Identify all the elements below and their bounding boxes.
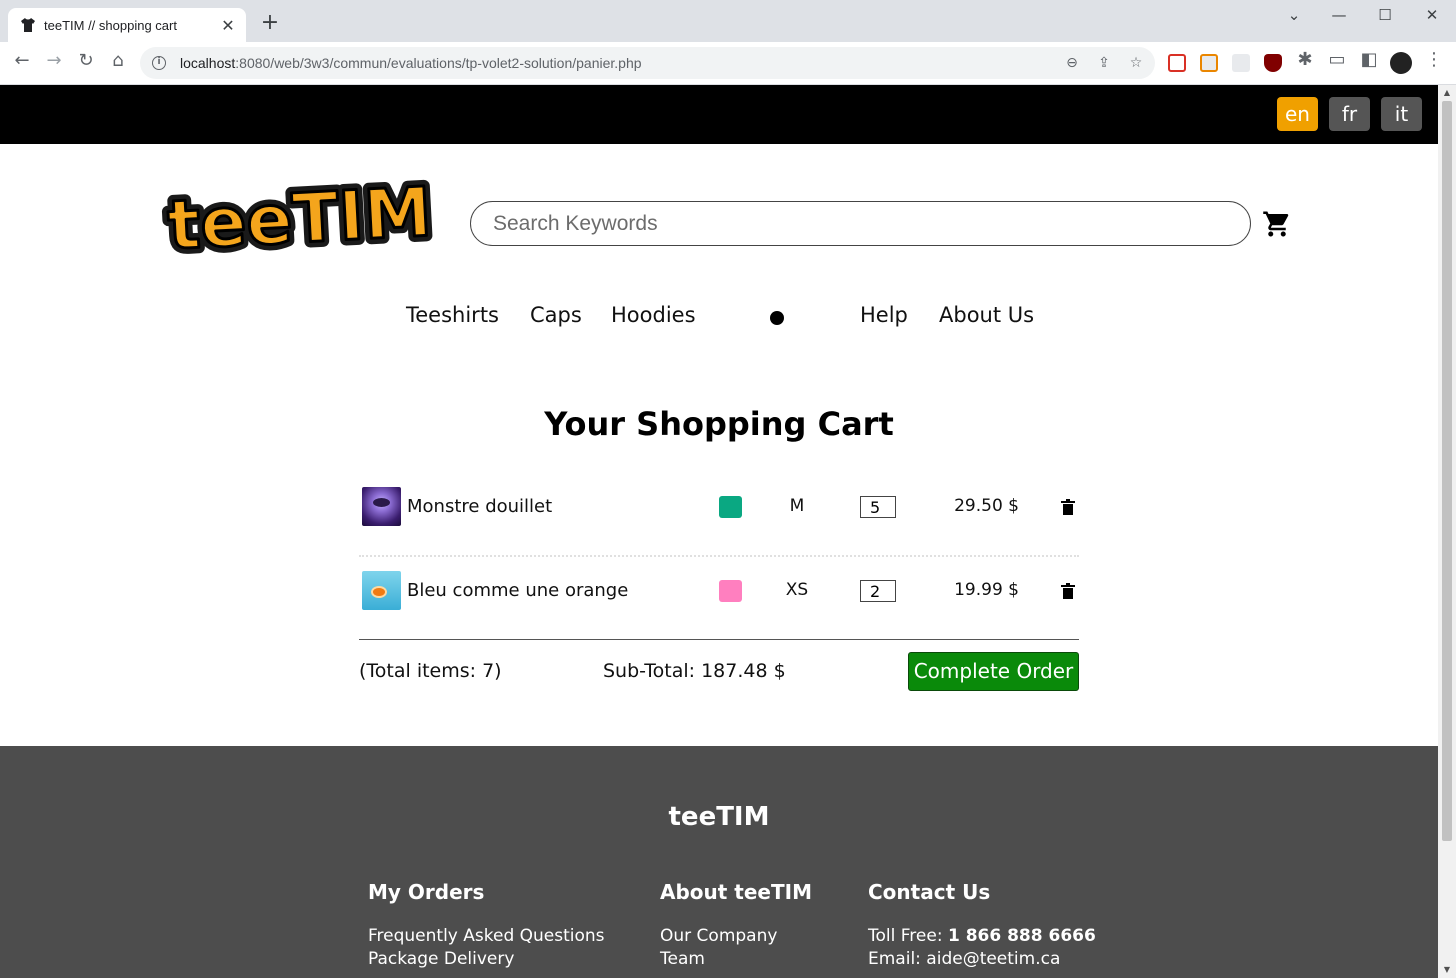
nav-help[interactable]: Help [860, 303, 908, 327]
tab-title: teeTIM // shopping cart [44, 17, 177, 33]
product-size: M [789, 496, 805, 516]
page-scrollbar[interactable]: ▲ ▼ [1438, 85, 1456, 978]
bookmark-star-icon[interactable]: ☆ [1127, 54, 1145, 72]
product-thumbnail[interactable] [362, 487, 401, 526]
email-link[interactable]: aide@teetim.ca [926, 949, 1060, 969]
tab-search-chevron-icon[interactable]: ⌄ [1271, 4, 1317, 26]
tollfree-number[interactable]: 1 866 888 6666 [948, 926, 1096, 946]
new-tab-button[interactable]: + [258, 12, 282, 36]
scroll-up-arrow-icon[interactable]: ▲ [1442, 88, 1452, 98]
row-divider [359, 555, 1079, 557]
forward-arrow-icon[interactable]: → [40, 50, 68, 78]
quantity-input[interactable] [860, 496, 896, 518]
footer-link-team[interactable]: Team [660, 949, 705, 969]
minimize-button[interactable]: — [1316, 4, 1362, 26]
browser-toolbar: ← → ↻ ⌂ i localhost:8080/web/3w3/commun/… [0, 42, 1456, 85]
tab-close-icon[interactable]: ✕ [220, 16, 236, 35]
back-arrow-icon[interactable]: ← [8, 50, 36, 78]
site-logo[interactable]: teeTIM teeTIM [150, 170, 450, 270]
cast-icon[interactable]: ▭ [1323, 49, 1351, 77]
lang-button-en[interactable]: en [1277, 97, 1318, 131]
trash-icon[interactable] [1061, 499, 1075, 515]
footer-about-title: About teeTIM [660, 880, 812, 904]
close-window-button[interactable]: ✕ [1409, 4, 1455, 26]
search-input[interactable] [470, 201, 1251, 246]
reload-icon[interactable]: ↻ [72, 50, 100, 78]
footer-orders-title: My Orders [368, 880, 485, 904]
footer-link-delivery[interactable]: Package Delivery [368, 949, 514, 969]
product-size: XS [785, 580, 809, 600]
puzzle-extensions-icon[interactable]: ✱ [1291, 49, 1319, 77]
product-name: Bleu comme une orange [407, 580, 629, 601]
footer-link-company[interactable]: Our Company [660, 926, 777, 946]
gmail-extension-icon[interactable] [1168, 54, 1186, 72]
shopping-cart-icon[interactable] [1262, 209, 1292, 239]
profile-avatar[interactable] [1390, 52, 1412, 74]
side-panel-icon[interactable]: ◧ [1355, 49, 1383, 77]
tshirt-favicon-icon [21, 18, 35, 32]
cart-item-row: Bleu comme une orange XS 19.99 $ [359, 571, 1079, 631]
subtotal: Sub-Total: 187.48 $ [603, 660, 786, 682]
svg-text:teeTIM: teeTIM [166, 173, 434, 266]
product-color-swatch [719, 496, 742, 518]
browser-tab-strip: teeTIM // shopping cart ✕ + ⌄ — ☐ ✕ [0, 0, 1456, 42]
site-footer: teeTIM My Orders Frequently Asked Questi… [0, 746, 1438, 978]
footer-brand: teeTIM [668, 802, 770, 832]
complete-order-button[interactable]: Complete Order [908, 652, 1079, 691]
home-icon[interactable]: ⌂ [104, 50, 132, 78]
scroll-down-arrow-icon[interactable]: ▼ [1442, 965, 1452, 975]
nav-hoodies[interactable]: Hoodies [611, 303, 696, 327]
product-price: 29.50 $ [954, 496, 1019, 516]
total-items: (Total items: 7) [359, 660, 502, 682]
lang-button-fr[interactable]: fr [1329, 97, 1370, 131]
extension-icon[interactable] [1232, 54, 1250, 72]
product-color-swatch [719, 580, 742, 602]
nav-teeshirts[interactable]: Teeshirts [406, 303, 499, 327]
lang-button-it[interactable]: it [1381, 97, 1422, 131]
footer-tollfree: Toll Free: 1 866 888 6666 [868, 926, 1096, 946]
share-icon[interactable]: ⇪ [1095, 54, 1113, 72]
webpage: en fr it teeTIM teeTIM Teeshirts Caps Ho… [0, 85, 1438, 978]
footer-contact-title: Contact Us [868, 880, 991, 904]
menu-dots-icon[interactable]: ⋮ [1420, 49, 1448, 77]
footer-link-faq[interactable]: Frequently Asked Questions [368, 926, 605, 946]
nav-about[interactable]: About Us [939, 303, 1034, 327]
product-name: Monstre douillet [407, 496, 553, 517]
ublock-extension-icon[interactable] [1264, 54, 1282, 72]
scrollbar-thumb[interactable] [1442, 101, 1452, 841]
product-thumbnail[interactable] [362, 571, 401, 610]
cart-item-row: Monstre douillet M 29.50 $ [359, 487, 1079, 547]
footer-email: Email: aide@teetim.ca [868, 949, 1061, 969]
browser-tab[interactable]: teeTIM // shopping cart ✕ [8, 8, 246, 42]
nav-separator-dot [770, 311, 784, 325]
address-bar[interactable]: i localhost:8080/web/3w3/commun/evaluati… [140, 47, 1155, 79]
totals-divider [359, 639, 1079, 640]
zoom-icon[interactable]: ⊖ [1063, 54, 1081, 72]
quantity-input[interactable] [860, 580, 896, 602]
maximize-button[interactable]: ☐ [1362, 4, 1408, 26]
site-info-icon[interactable]: i [152, 56, 166, 70]
page-title: Your Shopping Cart [544, 405, 894, 443]
product-price: 19.99 $ [954, 580, 1019, 600]
language-bar: en fr it [0, 85, 1438, 144]
nav-caps[interactable]: Caps [530, 303, 582, 327]
address-url: localhost:8080/web/3w3/commun/evaluation… [180, 55, 642, 71]
trash-icon[interactable] [1061, 583, 1075, 599]
extension-icon[interactable] [1200, 54, 1218, 72]
